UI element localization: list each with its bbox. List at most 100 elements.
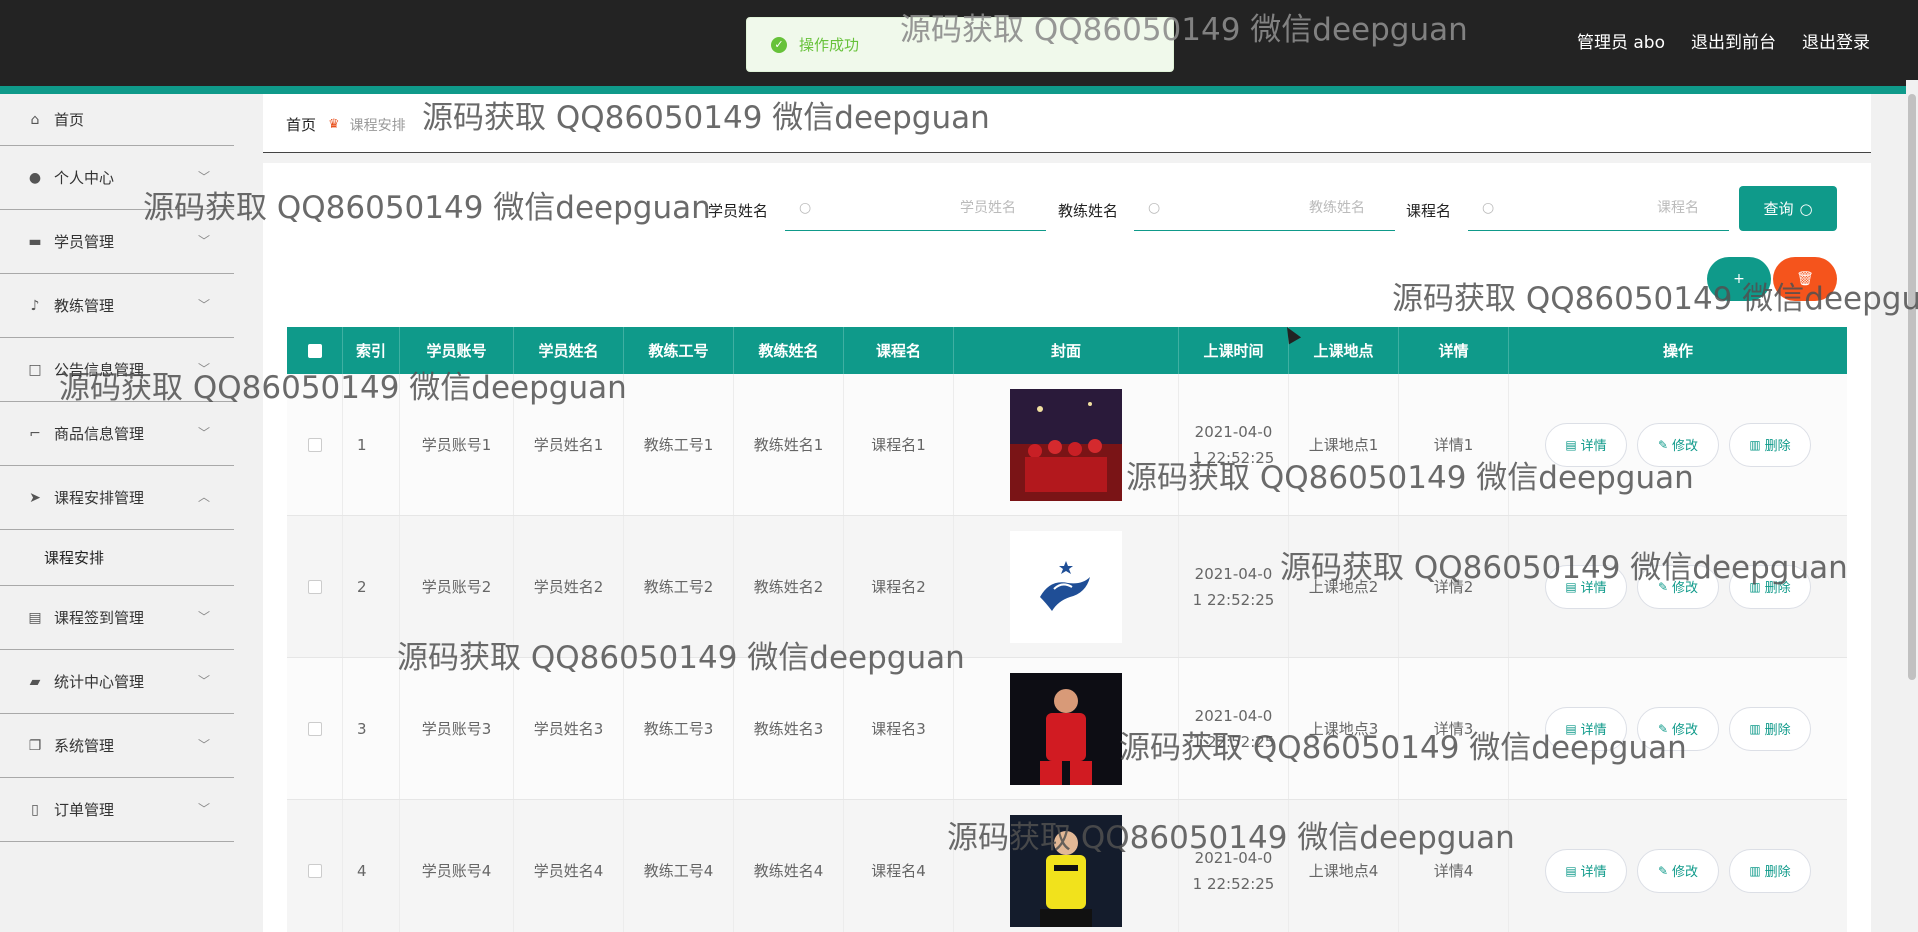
student-name-input[interactable] [811,200,1036,216]
student-name-field[interactable]: ○ [785,186,1046,231]
scrollbar-thumb[interactable] [1908,94,1916,680]
detail-button[interactable]: ▤ 详情 [1545,848,1627,893]
chevron-down-icon: ﹀ [197,738,210,752]
admin-label: 管理员 abo [1576,33,1665,53]
sidebar-item-students[interactable]: ▬ 学员管理 ﹀ [0,210,234,274]
student-account-cell: 学员账号4 [400,800,514,932]
coach-name-input[interactable] [1160,200,1385,216]
course-name-field[interactable]: ○ [1468,186,1729,231]
breadcrumb-current: 课程安排 [349,117,406,134]
toast-message: 操作成功 [799,36,860,54]
sidebar-item-label: 课程安排管理 [54,489,145,507]
chevron-down-icon: ﹀ [197,802,210,816]
edit-button[interactable]: ✎ 修改 [1637,706,1719,751]
coach-name-cell: 教练姓名4 [734,800,844,932]
chevron-down-icon: ﹀ [197,298,210,312]
student-name-label: 学员姓名 [708,202,769,220]
detail-cell: 详情1 [1399,374,1509,515]
student-name-cell: 学员姓名3 [514,658,624,799]
sidebar-item-label: 首页 [54,111,85,129]
cover-image [1010,388,1122,501]
phone-icon: ▯ [31,801,39,818]
sidebar-item-profile[interactable]: ● 个人中心 ﹀ [0,146,234,210]
chevron-down-icon: ﹀ [197,234,210,248]
trash-icon: 🗑 [1796,271,1814,287]
sidebar-item-schedule[interactable]: ➤ 课程安排管理 ︿ [0,466,234,530]
edit-button[interactable]: ✎ 修改 [1637,564,1719,609]
coach-name-cell: 教练姓名1 [734,374,844,515]
vertical-scrollbar[interactable] [1906,80,1918,932]
coach-number-cell: 教练工号3 [624,658,734,799]
class-time-text: 2021-04-01 22:52:25 [1192,564,1275,609]
edit-button[interactable]: ✎ 修改 [1637,422,1719,467]
edit-button[interactable]: ✎ 修改 [1637,848,1719,893]
sidebar-item-home[interactable]: ⌂ 首页 [0,94,234,146]
cover-image [1010,814,1122,927]
row-checkbox[interactable] [307,437,322,452]
header-cell: 索引 [343,327,400,374]
section-gap [263,153,1871,163]
sidebar-item-system[interactable]: ❐ 系统管理 ﹀ [0,714,234,778]
coach-number-cell: 教练工号2 [624,516,734,657]
row-checkbox[interactable] [307,721,322,736]
student-account-cell: 学员账号3 [400,658,514,799]
sidebar-item-label: 商品信息管理 [54,425,145,443]
sidebar-item-statistics[interactable]: ▰ 统计中心管理 ﹀ [0,650,234,714]
delete-button[interactable]: ▥ 删除 [1729,564,1811,609]
query-button[interactable]: 查询 ○ [1739,186,1837,231]
class-place-cell: 上课地点2 [1289,516,1399,657]
class-place-cell: 上课地点1 [1289,374,1399,515]
sidebar-item-checkin[interactable]: ▤ 课程签到管理 ﹀ [0,586,234,650]
crop-icon: ⌐ [29,425,41,442]
sidebar-item-orders[interactable]: ▯ 订单管理 ﹀ [0,778,234,842]
row-checkbox[interactable] [307,579,322,594]
course-name-cell: 课程名1 [844,374,954,515]
back-to-front-link[interactable]: 退出到前台 [1691,28,1776,53]
chat-icon: □ [28,361,42,378]
detail-button-label: 详情 [1580,581,1607,596]
row-checkbox[interactable] [307,863,322,878]
edit-icon: ✎ [1657,579,1669,594]
header-cell: 教练工号 [624,327,734,374]
logout-link[interactable]: 退出登录 [1802,28,1870,53]
sidebar-item-label: 个人中心 [54,169,115,187]
index-cell: 3 [343,658,400,799]
edit-icon: ✎ [1657,863,1669,878]
cover-cell [954,658,1179,799]
detail-cell: 详情3 [1399,658,1509,799]
class-time-cell: 2021-04-01 22:52:25 [1179,800,1289,932]
chevron-down-icon: ﹀ [197,170,210,184]
schedule-table: 索引 学员账号 学员姓名 教练工号 教练姓名 课程名 封面 上课时间 上课地点 … [287,327,1847,932]
breadcrumb-home[interactable]: 首页 [286,114,316,135]
select-all-cell [287,327,343,374]
table-row: 4 学员账号4 学员姓名4 教练工号4 教练姓名4 课程名4 2021-04-01 22:5… [287,800,1847,932]
query-button-label: 查询 [1763,200,1794,218]
detail-button[interactable]: ▤ 详情 [1545,706,1627,751]
sidebar: ⌂ 首页 ● 个人中心 ﹀ ▬ 学员管理 ﹀ ♪ 教练管理 ﹀ □ 公告信息管理… [0,94,234,932]
header-cell: 课程名 [844,327,954,374]
cover-cell [954,374,1179,515]
header-cell: 封面 [954,327,1179,374]
sidebar-item-label: 系统管理 [54,737,115,755]
submenu-schedule[interactable]: 课程安排 [0,530,234,586]
batch-delete-button[interactable]: 🗑 [1773,257,1837,301]
main-panel: 首页 ♛ 课程安排 学员姓名 ○ 教练姓名 ○ 课程名 ○ 查询 ○ + 🗑 [263,94,1871,932]
sidebar-item-products[interactable]: ⌐ 商品信息管理 ﹀ [0,402,234,466]
detail-button[interactable]: ▤ 详情 [1545,422,1627,467]
detail-button[interactable]: ▤ 详情 [1545,564,1627,609]
course-name-input[interactable] [1494,200,1719,216]
coach-name-cell: 教练姓名2 [734,516,844,657]
coach-name-field[interactable]: ○ [1134,186,1395,231]
add-button[interactable]: + [1707,257,1771,301]
select-all-checkbox[interactable] [307,343,322,358]
crown-icon: ♛ [328,117,340,132]
student-account-cell: 学员账号2 [400,516,514,657]
delete-button[interactable]: ▥ 删除 [1729,422,1811,467]
delete-button[interactable]: ▥ 删除 [1729,848,1811,893]
delete-button[interactable]: ▥ 删除 [1729,706,1811,751]
sidebar-item-coaches[interactable]: ♪ 教练管理 ﹀ [0,274,234,338]
detail-button-label: 详情 [1580,865,1607,880]
top-right-links: 管理员 abo 退出到前台 退出登录 [1577,28,1870,53]
sidebar-item-announcements[interactable]: □ 公告信息管理 ﹀ [0,338,234,402]
search-bar: 学员姓名 ○ 教练姓名 ○ 课程名 ○ 查询 ○ [263,186,1871,231]
